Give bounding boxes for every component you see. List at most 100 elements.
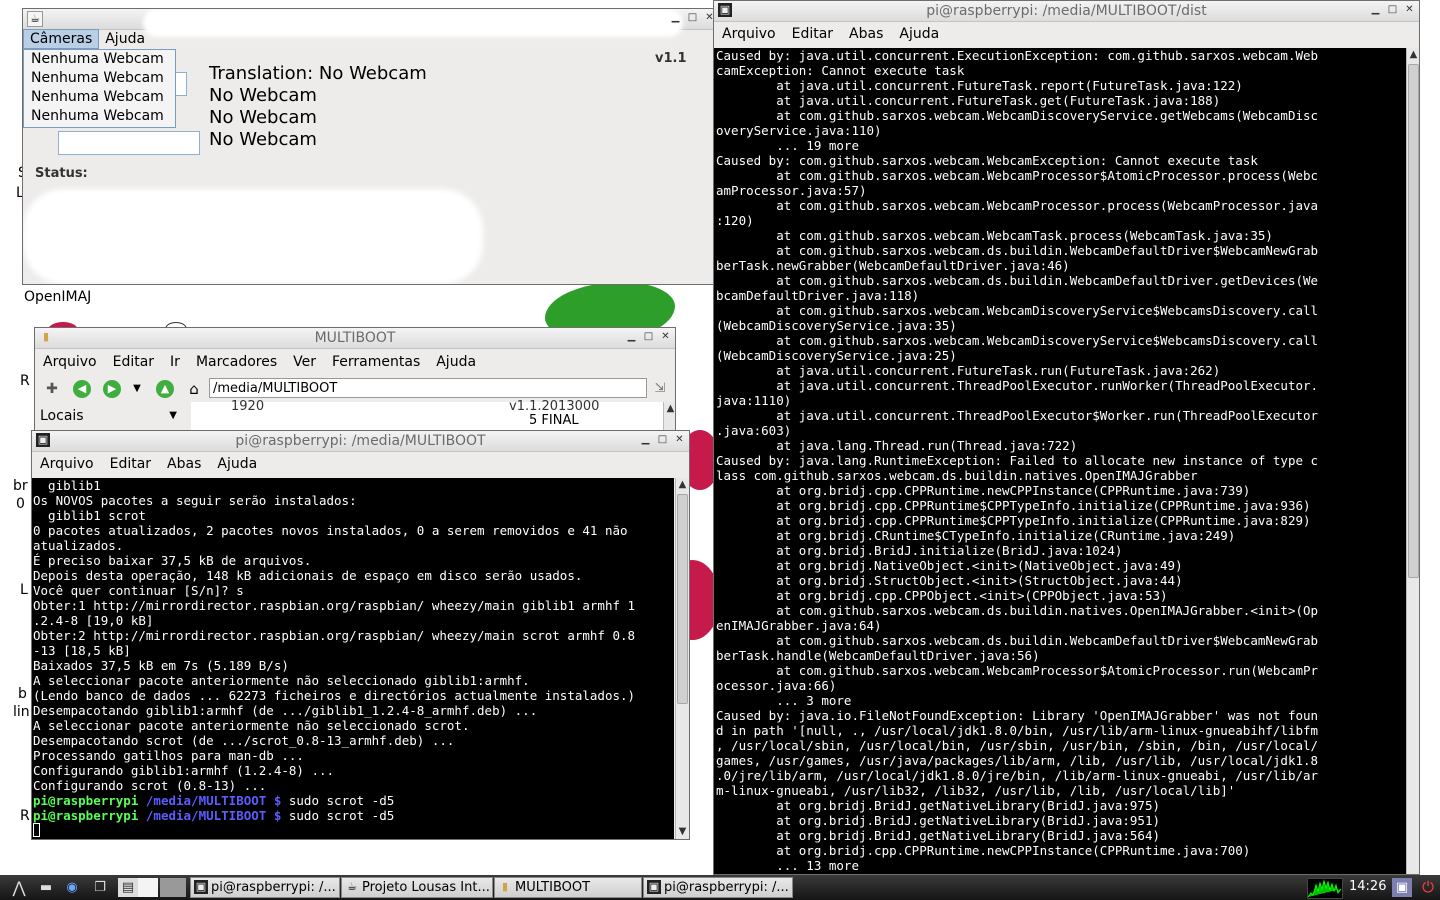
side-pane-selector[interactable]: Locais ▼ xyxy=(35,405,187,427)
path-input[interactable] xyxy=(209,378,647,398)
taskbar-task[interactable]: ▮ MULTIBOOT xyxy=(494,877,642,898)
menu-editar[interactable]: Editar xyxy=(113,354,154,370)
terminal-output[interactable]: Caused by: java.util.concurrent.Executio… xyxy=(714,48,1406,874)
maximize-icon[interactable]: □ xyxy=(643,330,654,344)
task-label: Projeto Lousas Int... xyxy=(362,880,490,895)
desktop-icon-label[interactable]: OpenIMAJ xyxy=(24,289,91,305)
desktop-icon-label[interactable]: b xyxy=(18,686,27,702)
workspace-icon[interactable] xyxy=(160,878,186,897)
file-cell: v1.1.2013000 xyxy=(509,399,600,414)
menu-item-camera[interactable]: Nenhuma Webcam xyxy=(24,107,175,126)
desktop-icon-label[interactable]: br xyxy=(13,478,28,494)
menu-ajuda[interactable]: Ajuda xyxy=(436,354,476,370)
terminal-line: -13 [18,5 kB] xyxy=(33,643,131,658)
forward-icon[interactable]: ▶ xyxy=(103,380,121,398)
scrollbar-thumb[interactable] xyxy=(677,494,688,704)
close-icon[interactable]: ✕ xyxy=(674,433,685,447)
maximize-icon[interactable]: □ xyxy=(1387,3,1398,17)
terminal-line: Configurando scrot (0.8-13) ... xyxy=(33,778,267,793)
scroll-up-icon[interactable]: ▲ xyxy=(1408,48,1419,62)
scrollbar-thumb[interactable] xyxy=(1408,64,1419,578)
menu-arquivo[interactable]: Arquivo xyxy=(43,354,97,370)
menu-abas[interactable]: Abas xyxy=(167,456,201,472)
menu-marcadores[interactable]: Marcadores xyxy=(196,354,277,370)
cpu-graph xyxy=(1308,879,1342,898)
terminal-line: at java.lang.Thread.run(Thread.java:722) xyxy=(716,438,1078,453)
maximize-icon[interactable]: □ xyxy=(687,11,698,25)
up-icon[interactable]: ▲ xyxy=(156,380,174,398)
prompt-command: sudo scrot -d5 xyxy=(281,793,395,808)
menu-arquivo[interactable]: Arquivo xyxy=(722,26,776,42)
file-manager-window: ▮ MULTIBOOT ▁ □ ✕ Arquivo Editar Ir Marc… xyxy=(34,327,676,437)
history-dropdown-icon[interactable]: ▼ xyxy=(131,380,143,398)
minimize-icon[interactable]: ▁ xyxy=(670,11,681,25)
back-icon[interactable]: ◀ xyxy=(73,380,91,398)
terminal-line: games, /usr/games, /usr/java/packages/li… xyxy=(716,753,1319,768)
close-icon[interactable]: ✕ xyxy=(1404,3,1415,17)
terminal-window-multiboot: ▣ pi@raspberrypi: /media/MULTIBOOT ▁ □ ✕… xyxy=(31,430,690,840)
cpu-monitor xyxy=(1307,878,1343,899)
taskbar-task[interactable]: ▣ pi@raspberrypi: /... xyxy=(190,877,340,898)
scrollbar[interactable]: ▲ ▼ xyxy=(675,478,689,839)
menu-ver[interactable]: Ver xyxy=(293,354,316,370)
add-bookmark-icon[interactable]: ✚ xyxy=(43,380,61,398)
terminal-line: at org.bridj.cpp.CPPObject.<init>(CPPObj… xyxy=(716,588,1168,603)
menu-ajuda[interactable]: Ajuda xyxy=(217,456,257,472)
taskbar-task[interactable]: ☕ Projeto Lousas Int... xyxy=(341,877,493,898)
java-app-window: ☕ ▁ □ ✕ Câmeras Ajuda Nenhuma Webcam Nen… xyxy=(22,8,720,285)
terminal-line: giblib1 xyxy=(33,478,101,493)
menu-ajuda[interactable]: Ajuda xyxy=(899,26,939,42)
file-manager-launcher-icon[interactable]: ▬ xyxy=(36,878,56,897)
prompt-user: pi@raspberrypi xyxy=(33,808,139,823)
desktop-icon-label[interactable]: 0 xyxy=(16,496,25,512)
scroll-up-icon[interactable]: ▲ xyxy=(665,402,675,416)
terminal-line: at com.github.sarxos.webcam.ds.buildin.W… xyxy=(716,273,1319,288)
go-icon[interactable]: ⇲ xyxy=(651,380,669,398)
desktop-icon-label[interactable]: R xyxy=(20,373,30,389)
menu-item-camera[interactable]: Nenhuma Webcam xyxy=(24,69,175,88)
menu-editar[interactable]: Editar xyxy=(792,26,833,42)
menu-editar[interactable]: Editar xyxy=(110,456,151,472)
power-icon[interactable]: ⏻ xyxy=(1418,878,1438,897)
scroll-up-icon[interactable]: ▲ xyxy=(677,478,688,492)
start-menu-icon[interactable]: ⋀ xyxy=(4,878,34,897)
terminal-line: at org.bridj.cpp.CPPRuntime$CPPTypeInfo.… xyxy=(716,513,1311,528)
workspace-icon[interactable] xyxy=(138,878,158,897)
menu-cameras[interactable]: Câmeras xyxy=(23,29,100,49)
file-manager-titlebar[interactable]: ▮ MULTIBOOT ▁ □ ✕ xyxy=(35,328,675,349)
terminal-line: overyService.java:110) xyxy=(716,123,882,138)
maximize-icon[interactable]: □ xyxy=(657,433,668,447)
menu-ir[interactable]: Ir xyxy=(170,354,180,370)
menu-abas[interactable]: Abas xyxy=(849,26,883,42)
browser-launcher-icon[interactable]: ◉ xyxy=(62,878,82,897)
terminal-titlebar[interactable]: ▣ pi@raspberrypi: /media/MULTIBOOT ▁ □ ✕ xyxy=(32,431,689,452)
clock[interactable]: 14:26 xyxy=(1349,879,1386,894)
scrollbar[interactable]: ▲ xyxy=(1406,48,1419,874)
terminal-line: Depois desta operação, 148 kB adicionais… xyxy=(33,568,583,583)
screen-lock-icon[interactable]: ▣ xyxy=(1392,878,1412,897)
menu-item-camera[interactable]: Nenhuma Webcam xyxy=(24,50,175,69)
workspace-icon[interactable]: ▤ xyxy=(118,878,138,897)
menu-ajuda[interactable]: Ajuda xyxy=(99,29,151,49)
home-icon[interactable]: ⌂ xyxy=(185,380,203,398)
terminal-titlebar[interactable]: ▣ pi@raspberrypi: /media/MULTIBOOT/dist … xyxy=(714,1,1419,22)
menu-arquivo[interactable]: Arquivo xyxy=(40,456,94,472)
scroll-down-icon[interactable]: ▼ xyxy=(677,825,688,839)
file-cell: 1920 xyxy=(231,399,265,414)
desktop-switcher-icon[interactable]: ❐ xyxy=(90,878,110,897)
desktop-icon-label[interactable]: R xyxy=(20,808,30,824)
desktop-icon-label[interactable]: L xyxy=(20,582,28,598)
close-icon[interactable]: ✕ xyxy=(660,330,671,344)
webcam-input-field[interactable] xyxy=(58,131,200,155)
java-app-titlebar[interactable]: ☕ ▁ □ ✕ xyxy=(23,9,719,37)
menu-ferramentas[interactable]: Ferramentas xyxy=(332,354,420,370)
minimize-icon[interactable]: ▁ xyxy=(626,330,637,344)
terminal-line: at org.bridj.StructObject.<init>(StructO… xyxy=(716,573,1183,588)
minimize-icon[interactable]: ▁ xyxy=(1370,3,1381,17)
taskbar-task[interactable]: ▣ pi@raspberrypi: /... xyxy=(643,877,793,898)
menu-item-camera[interactable]: Nenhuma Webcam xyxy=(24,88,175,107)
terminal-output[interactable]: giblib1 Os NOVOS pacotes a seguir serão i… xyxy=(32,478,674,839)
desktop-icon-label[interactable]: lin xyxy=(13,704,30,720)
minimize-icon[interactable]: ▁ xyxy=(640,433,651,447)
task-label: pi@raspberrypi: /... xyxy=(664,880,789,895)
